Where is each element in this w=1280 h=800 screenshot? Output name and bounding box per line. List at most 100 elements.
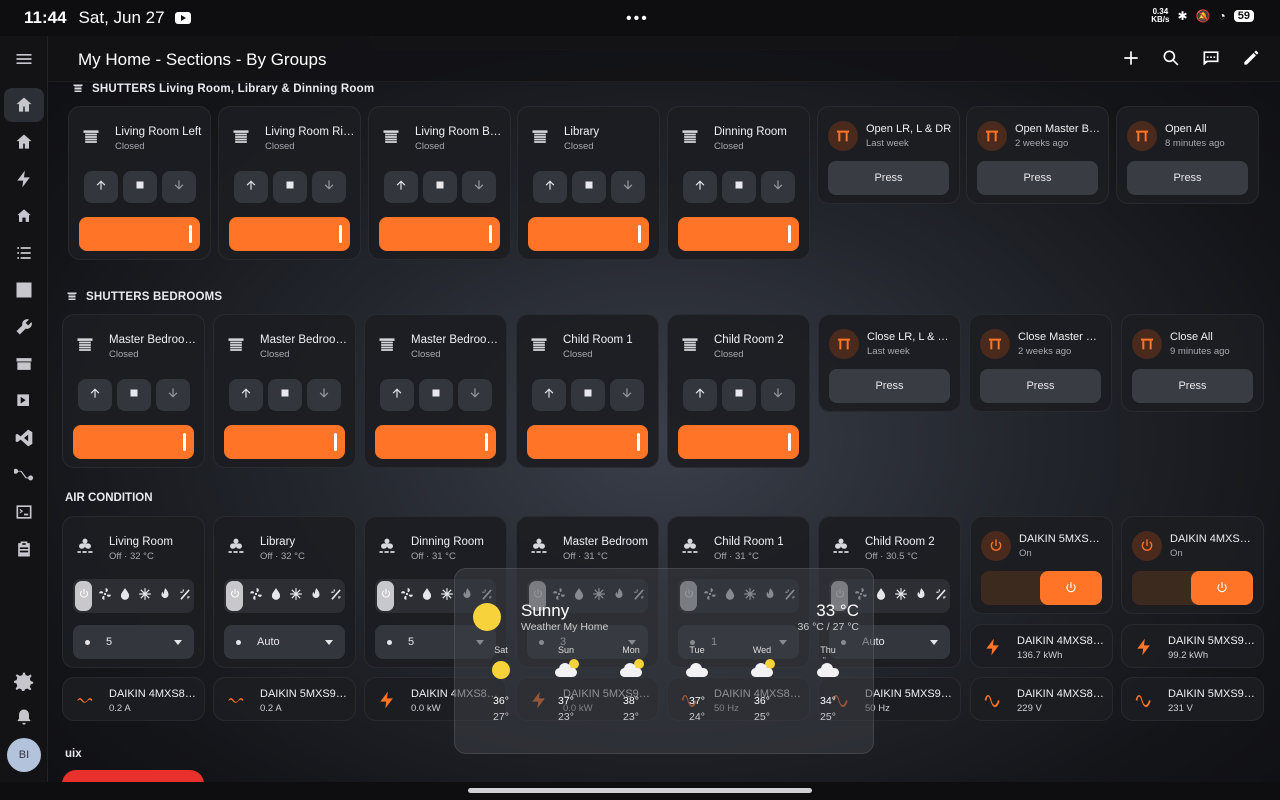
- open-button[interactable]: [228, 379, 263, 411]
- script-card[interactable]: Close Master Be... 2 weeks ago Press: [969, 314, 1112, 412]
- stop-button[interactable]: [570, 379, 605, 411]
- open-button[interactable]: [682, 171, 717, 203]
- cover-card[interactable]: Child Room 1 Closed: [516, 314, 659, 468]
- press-button[interactable]: Press: [1132, 369, 1253, 403]
- auto-mode-button[interactable]: [934, 588, 948, 604]
- script-card[interactable]: Open Master Be... 2 weeks ago Press: [966, 106, 1109, 204]
- close-button[interactable]: [760, 379, 795, 411]
- list-icon[interactable]: [4, 236, 44, 270]
- stop-button[interactable]: [116, 379, 151, 411]
- stop-button[interactable]: [267, 379, 302, 411]
- close-button[interactable]: [760, 171, 795, 203]
- stop-button[interactable]: [721, 379, 756, 411]
- stop-button[interactable]: [418, 379, 453, 411]
- close-button[interactable]: [161, 171, 196, 203]
- cool-mode-button[interactable]: [440, 587, 454, 604]
- cool-mode-button[interactable]: [289, 587, 303, 604]
- assist-icon[interactable]: [1200, 47, 1222, 69]
- position-slider[interactable]: [375, 425, 496, 459]
- heat-mode-button[interactable]: [914, 587, 928, 604]
- close-button[interactable]: [610, 171, 645, 203]
- press-button[interactable]: Press: [980, 369, 1101, 403]
- menu-icon[interactable]: [4, 42, 44, 76]
- lightning-icon[interactable]: [4, 162, 44, 196]
- script-card[interactable]: Open All 8 minutes ago Press: [1116, 106, 1259, 204]
- wrench-icon[interactable]: [4, 310, 44, 344]
- dry-mode-button[interactable]: [874, 587, 888, 604]
- dry-mode-button[interactable]: [118, 587, 132, 604]
- fan-mode-button[interactable]: [249, 587, 263, 604]
- status-menu-dots[interactable]: •••: [626, 10, 649, 28]
- script-card[interactable]: Close All 9 minutes ago Press: [1121, 314, 1264, 412]
- power-mode-button[interactable]: [377, 581, 394, 611]
- position-slider[interactable]: [229, 217, 350, 251]
- position-slider[interactable]: [678, 425, 799, 459]
- position-slider[interactable]: [527, 425, 648, 459]
- auto-mode-button[interactable]: [329, 588, 343, 604]
- chart-icon[interactable]: [4, 273, 44, 307]
- stop-button[interactable]: [422, 171, 457, 203]
- settings-icon[interactable]: [4, 664, 44, 698]
- close-button[interactable]: [311, 171, 346, 203]
- position-slider[interactable]: [224, 425, 345, 459]
- climate-card[interactable]: Living Room Off · 32 °C 5: [62, 516, 205, 668]
- add-icon[interactable]: [1120, 47, 1142, 69]
- sensor-card[interactable]: DAIKIN 5MXS90... 0.2 A: [213, 677, 356, 721]
- fan-mode-button[interactable]: [98, 587, 112, 604]
- position-slider[interactable]: [528, 217, 649, 251]
- clipboard-icon[interactable]: [4, 532, 44, 566]
- sensor-card[interactable]: DAIKIN 4MXS80... 229 V: [970, 677, 1113, 721]
- search-icon[interactable]: [1160, 47, 1182, 69]
- stop-button[interactable]: [721, 171, 756, 203]
- home-icon[interactable]: [4, 88, 44, 122]
- node-icon[interactable]: [4, 458, 44, 492]
- open-button[interactable]: [531, 379, 566, 411]
- switch-card[interactable]: DAIKIN 4MXS80... On: [1121, 516, 1264, 614]
- close-button[interactable]: [457, 379, 492, 411]
- press-button[interactable]: Press: [828, 161, 949, 195]
- position-slider[interactable]: [379, 217, 500, 251]
- cover-card[interactable]: Master Bedroom... Closed: [213, 314, 356, 468]
- cover-card[interactable]: Master Bedroom... Closed: [62, 314, 205, 468]
- cool-mode-button[interactable]: [138, 587, 152, 604]
- auto-mode-button[interactable]: [178, 588, 192, 604]
- weather-card[interactable]: Sunny Weather My Home 33 °C 36 °C / 27 °…: [454, 568, 874, 754]
- cool-mode-button[interactable]: [894, 587, 908, 604]
- power-toggle[interactable]: [1132, 571, 1253, 605]
- switch-card[interactable]: DAIKIN 5MXS90... On: [970, 516, 1113, 614]
- script-card[interactable]: Open LR, L & DR Last week Press: [817, 106, 960, 204]
- cover-card[interactable]: Living Room Bal... Closed: [368, 106, 511, 260]
- stop-button[interactable]: [122, 171, 157, 203]
- energy-sensor-card[interactable]: DAIKIN 5MXS90... 99.2 kWh: [1121, 624, 1264, 668]
- terminal-icon[interactable]: [4, 495, 44, 529]
- avatar[interactable]: BI: [7, 738, 41, 772]
- open-button[interactable]: [83, 171, 118, 203]
- bell-icon[interactable]: [4, 700, 44, 734]
- energy-sensor-card[interactable]: DAIKIN 4MXS80... 136.7 kWh: [970, 624, 1113, 668]
- cover-card[interactable]: Dinning Room Closed: [667, 106, 810, 260]
- open-button[interactable]: [532, 171, 567, 203]
- home-small-icon[interactable]: [4, 199, 44, 233]
- open-button[interactable]: [77, 379, 112, 411]
- position-slider[interactable]: [678, 217, 799, 251]
- close-button[interactable]: [306, 379, 341, 411]
- sensor-card[interactable]: DAIKIN 5MXS90... 231 V: [1121, 677, 1264, 721]
- dry-mode-button[interactable]: [420, 587, 434, 604]
- heat-mode-button[interactable]: [158, 587, 172, 604]
- open-button[interactable]: [682, 379, 717, 411]
- media-icon[interactable]: [4, 384, 44, 418]
- press-button[interactable]: Press: [1127, 161, 1248, 195]
- power-mode-button[interactable]: [226, 581, 243, 611]
- close-button[interactable]: [609, 379, 644, 411]
- cover-card[interactable]: Master Bedroom... Closed: [364, 314, 507, 468]
- open-button[interactable]: [383, 171, 418, 203]
- vscode-icon[interactable]: [4, 421, 44, 455]
- position-slider[interactable]: [79, 217, 200, 251]
- power-mode-button[interactable]: [75, 581, 92, 611]
- hacs-icon[interactable]: [4, 347, 44, 381]
- fan-speed-select[interactable]: 5: [73, 625, 194, 659]
- stop-button[interactable]: [272, 171, 307, 203]
- close-button[interactable]: [155, 379, 190, 411]
- script-card[interactable]: Close LR, L & DR Last week Press: [818, 314, 961, 412]
- gesture-bar[interactable]: [468, 788, 812, 793]
